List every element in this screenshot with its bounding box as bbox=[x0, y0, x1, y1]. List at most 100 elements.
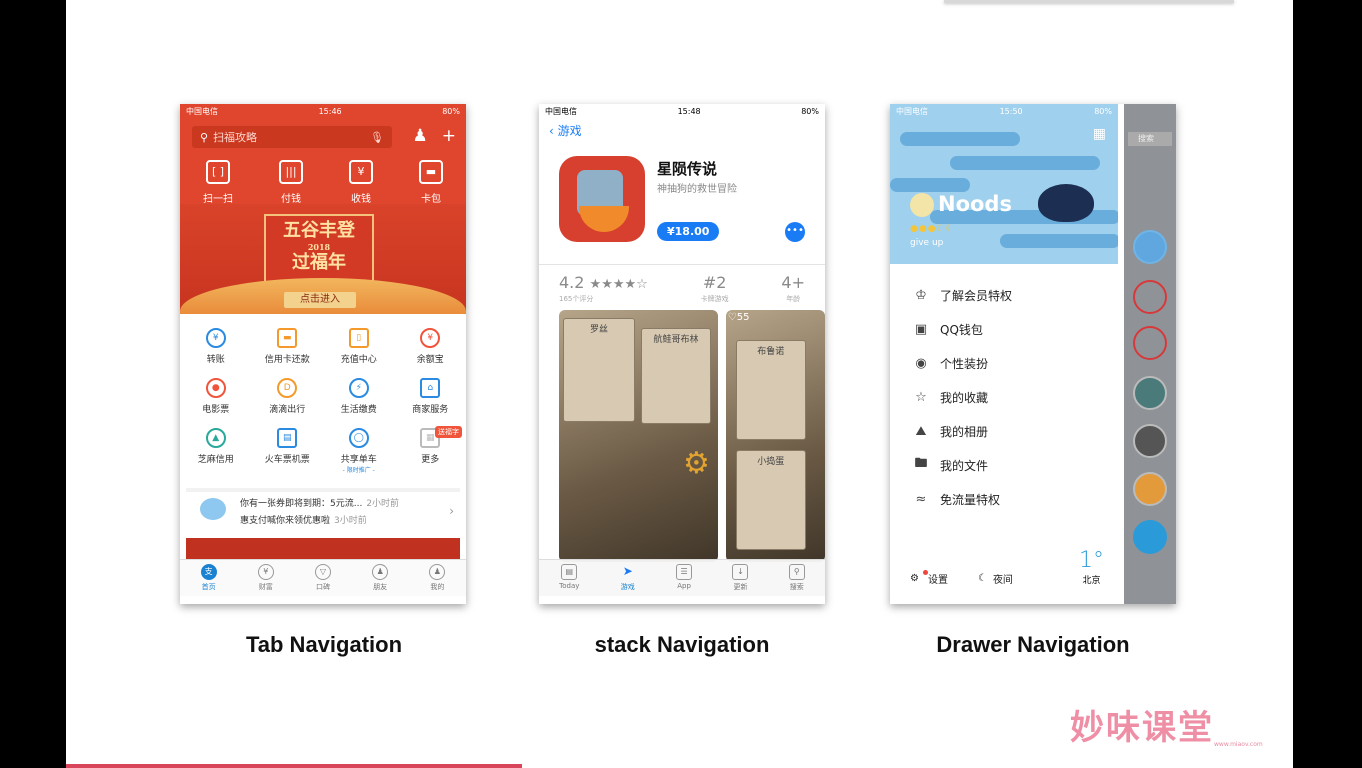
search-icon: ⚲ bbox=[788, 564, 805, 580]
download-icon: ↓ bbox=[732, 564, 749, 580]
banner-title: 五谷丰登 2018 过福年 bbox=[264, 214, 374, 284]
status-bar: 中国电信 15:46 80% bbox=[180, 104, 466, 118]
layers-icon: ☰ bbox=[676, 564, 693, 580]
tab-koubei[interactable]: ▽ 口碑 bbox=[314, 560, 331, 596]
service-yuebao[interactable]: ¥ 余额宝 bbox=[395, 328, 467, 370]
menu-album[interactable]: ⛰ 我的相册 bbox=[890, 414, 1118, 448]
night-mode-button[interactable]: ☾ 夜间 bbox=[978, 571, 1013, 586]
brand-logo: 妙味课堂 bbox=[1070, 708, 1214, 748]
weather-widget[interactable]: 1° 北京 bbox=[1079, 548, 1104, 586]
tab-bar: ▤ Today ➤ 游戏 ☰ App ↓ 更新 ⚲ 搜索 bbox=[539, 559, 825, 596]
tab-mine[interactable]: ♟ 我的 bbox=[429, 560, 446, 596]
service-merchant[interactable]: ⌂ 商家服务 bbox=[395, 378, 467, 420]
drawer-menu: ♔ 了解会员特权 ▣ QQ钱包 ◉ 个性装扮 ☆ 我的收藏 ⛰ 我的相册 🖿 我的文件 ≈ 免… bbox=[890, 264, 1118, 516]
side-search[interactable]: 搜索 bbox=[1128, 132, 1172, 146]
side-avatar-2[interactable] bbox=[1133, 280, 1167, 314]
screenshots[interactable]: 罗丝 航鲑哥布林 ⚙ ♡55 布鲁诺 小捣蛋 bbox=[559, 310, 825, 562]
user-icon: ♟ bbox=[429, 564, 446, 580]
quick-scan[interactable]: [ ] 扫一扫 bbox=[203, 160, 233, 205]
quick-cards[interactable]: ▬ 卡包 bbox=[419, 160, 443, 205]
settings-icon: ⚙ bbox=[910, 573, 919, 584]
banner-enter-button[interactable]: 点击进入 bbox=[284, 292, 356, 308]
notification-dot bbox=[922, 570, 928, 575]
app-subtitle: 神抽狗的救世冒险 bbox=[657, 184, 737, 195]
app-icon bbox=[559, 156, 645, 242]
qr-code-icon[interactable]: ▦ bbox=[1093, 126, 1106, 142]
ad-strip[interactable] bbox=[186, 538, 460, 560]
window-edge bbox=[944, 0, 1234, 3]
service-bike-share[interactable]: ◯ 共享单车 - 限时推广 - bbox=[323, 428, 395, 474]
settings-button[interactable]: ⚙ 设置 bbox=[910, 570, 948, 586]
tab-search[interactable]: ⚲ 搜索 bbox=[788, 560, 805, 596]
screenshot-2[interactable]: ♡55 布鲁诺 小捣蛋 bbox=[725, 310, 825, 562]
service-didi[interactable]: D 滴滴出行 bbox=[252, 378, 324, 420]
search-input[interactable]: ⚲ 扫福攻略 🎙 bbox=[192, 126, 392, 148]
tab-apps[interactable]: ☰ App bbox=[676, 560, 693, 596]
menu-free-data[interactable]: ≈ 免流量特权 bbox=[890, 482, 1118, 516]
service-transfer[interactable]: ¥ 转账 bbox=[180, 328, 252, 370]
more-options-icon[interactable]: ••• bbox=[785, 222, 805, 242]
quick-collect[interactable]: ¥ 收钱 bbox=[349, 160, 373, 205]
service-topup[interactable]: ▯ 充值中心 bbox=[323, 328, 395, 370]
brand-url: www.miaov.com bbox=[1214, 741, 1263, 748]
slide-progress-bar bbox=[66, 764, 522, 768]
promo-banner[interactable]: 五谷丰登 2018 过福年 点击进入 bbox=[180, 204, 466, 314]
price-button[interactable]: ¥18.00 bbox=[657, 222, 720, 241]
home-icon: 支 bbox=[200, 564, 217, 580]
side-avatar-3[interactable] bbox=[1133, 326, 1167, 360]
service-credit-card[interactable]: ▬ 信用卡还款 bbox=[252, 328, 324, 370]
service-sesame-credit[interactable]: ▲ 芝麻信用 bbox=[180, 428, 252, 470]
side-avatar-6[interactable] bbox=[1133, 472, 1167, 506]
menu-files[interactable]: 🖿 我的文件 bbox=[890, 448, 1118, 482]
tab-home[interactable]: 支首页 bbox=[200, 560, 217, 596]
crown-icon: ♔ bbox=[915, 287, 927, 303]
palette-icon: ◉ bbox=[915, 355, 927, 371]
service-badge: 送福字 bbox=[435, 426, 462, 438]
status-bar: 中国电信 15:50 80% bbox=[896, 106, 1112, 116]
tab-friends[interactable]: ♟ 朋友 bbox=[372, 560, 389, 596]
yen-icon: ¥ bbox=[257, 564, 274, 580]
add-icon[interactable]: + bbox=[442, 126, 456, 146]
back-button[interactable]: ‹ 游戏 bbox=[549, 122, 825, 139]
chat-bubble-icon[interactable] bbox=[1133, 520, 1167, 554]
barcode-icon: ||| bbox=[279, 160, 303, 184]
tab-bar: 支首页 ¥ 财富 ▽ 口碑 ♟ 朋友 ♟ 我的 bbox=[180, 559, 466, 596]
tab-wealth[interactable]: ¥ 财富 bbox=[257, 560, 274, 596]
caption-drawer-navigation: Drawer Navigation bbox=[936, 632, 1130, 657]
notification-panel[interactable]: 你有一张券即将到期：5元流... 2小时前 惠支付喊你来领优惠啦 3小时前 › bbox=[186, 488, 460, 526]
stars-icon: ★★★★☆ bbox=[589, 277, 648, 292]
tab-today[interactable]: ▤ Today bbox=[559, 560, 579, 596]
menu-favorites[interactable]: ☆ 我的收藏 bbox=[890, 380, 1118, 414]
tab-games[interactable]: ➤ 游戏 bbox=[620, 560, 636, 596]
service-movie[interactable]: ● 电影票 bbox=[180, 378, 252, 420]
app-name: 星陨传说 bbox=[657, 160, 718, 178]
bookmark-icon: ☆ bbox=[915, 389, 927, 405]
profile-header[interactable]: 中国电信 15:50 80% ▦ Noods ●●●☾☾ give up bbox=[890, 104, 1118, 264]
side-avatar-4[interactable] bbox=[1133, 376, 1167, 410]
ratings-row: 4.2 ★★★★☆ 165个评分 #2 卡牌游戏 4+ 年龄 bbox=[539, 264, 825, 304]
quick-pay[interactable]: ||| 付钱 bbox=[279, 160, 303, 205]
profile-nickname[interactable]: Noods bbox=[910, 192, 1012, 217]
service-utilities[interactable]: ⚡ 生活缴费 bbox=[323, 378, 395, 420]
search-icon: ⚲ bbox=[200, 130, 209, 144]
contacts-icon[interactable]: ♟ bbox=[413, 126, 428, 146]
shield-icon: ▽ bbox=[314, 564, 331, 580]
underlying-screen[interactable]: 搜索 bbox=[1124, 104, 1176, 604]
alipay-header: 中国电信 15:46 80% ⚲ 扫福攻略 🎙 ♟ + [ ] 扫一扫 ||| 付钱… bbox=[180, 104, 466, 314]
menu-vip[interactable]: ♔ 了解会员特权 bbox=[890, 278, 1118, 312]
drawer-navigation-phone: 搜索 中国电信 15:50 80% ▦ Noods ●●●☾☾ give up … bbox=[890, 104, 1176, 604]
service-train-tickets[interactable]: ▤ 火车票机票 bbox=[252, 428, 324, 470]
level-icons: ●●●☾☾ bbox=[910, 224, 955, 234]
gear-icon: ⚙ bbox=[683, 446, 710, 481]
battery: 80% bbox=[442, 106, 460, 116]
screenshot-1[interactable]: 罗丝 航鲑哥布林 ⚙ bbox=[559, 310, 718, 562]
menu-wallet[interactable]: ▣ QQ钱包 bbox=[890, 312, 1118, 346]
signal-icon: ≈ bbox=[915, 491, 927, 507]
rocket-icon: ➤ bbox=[622, 564, 633, 578]
caption-tab-navigation: Tab Navigation bbox=[245, 632, 403, 657]
menu-themes[interactable]: ◉ 个性装扮 bbox=[890, 346, 1118, 380]
side-avatar-5[interactable] bbox=[1133, 424, 1167, 458]
tab-updates[interactable]: ↓ 更新 bbox=[732, 560, 749, 596]
microphone-icon[interactable]: 🎙 bbox=[370, 131, 384, 144]
side-avatar-1[interactable] bbox=[1133, 230, 1167, 264]
